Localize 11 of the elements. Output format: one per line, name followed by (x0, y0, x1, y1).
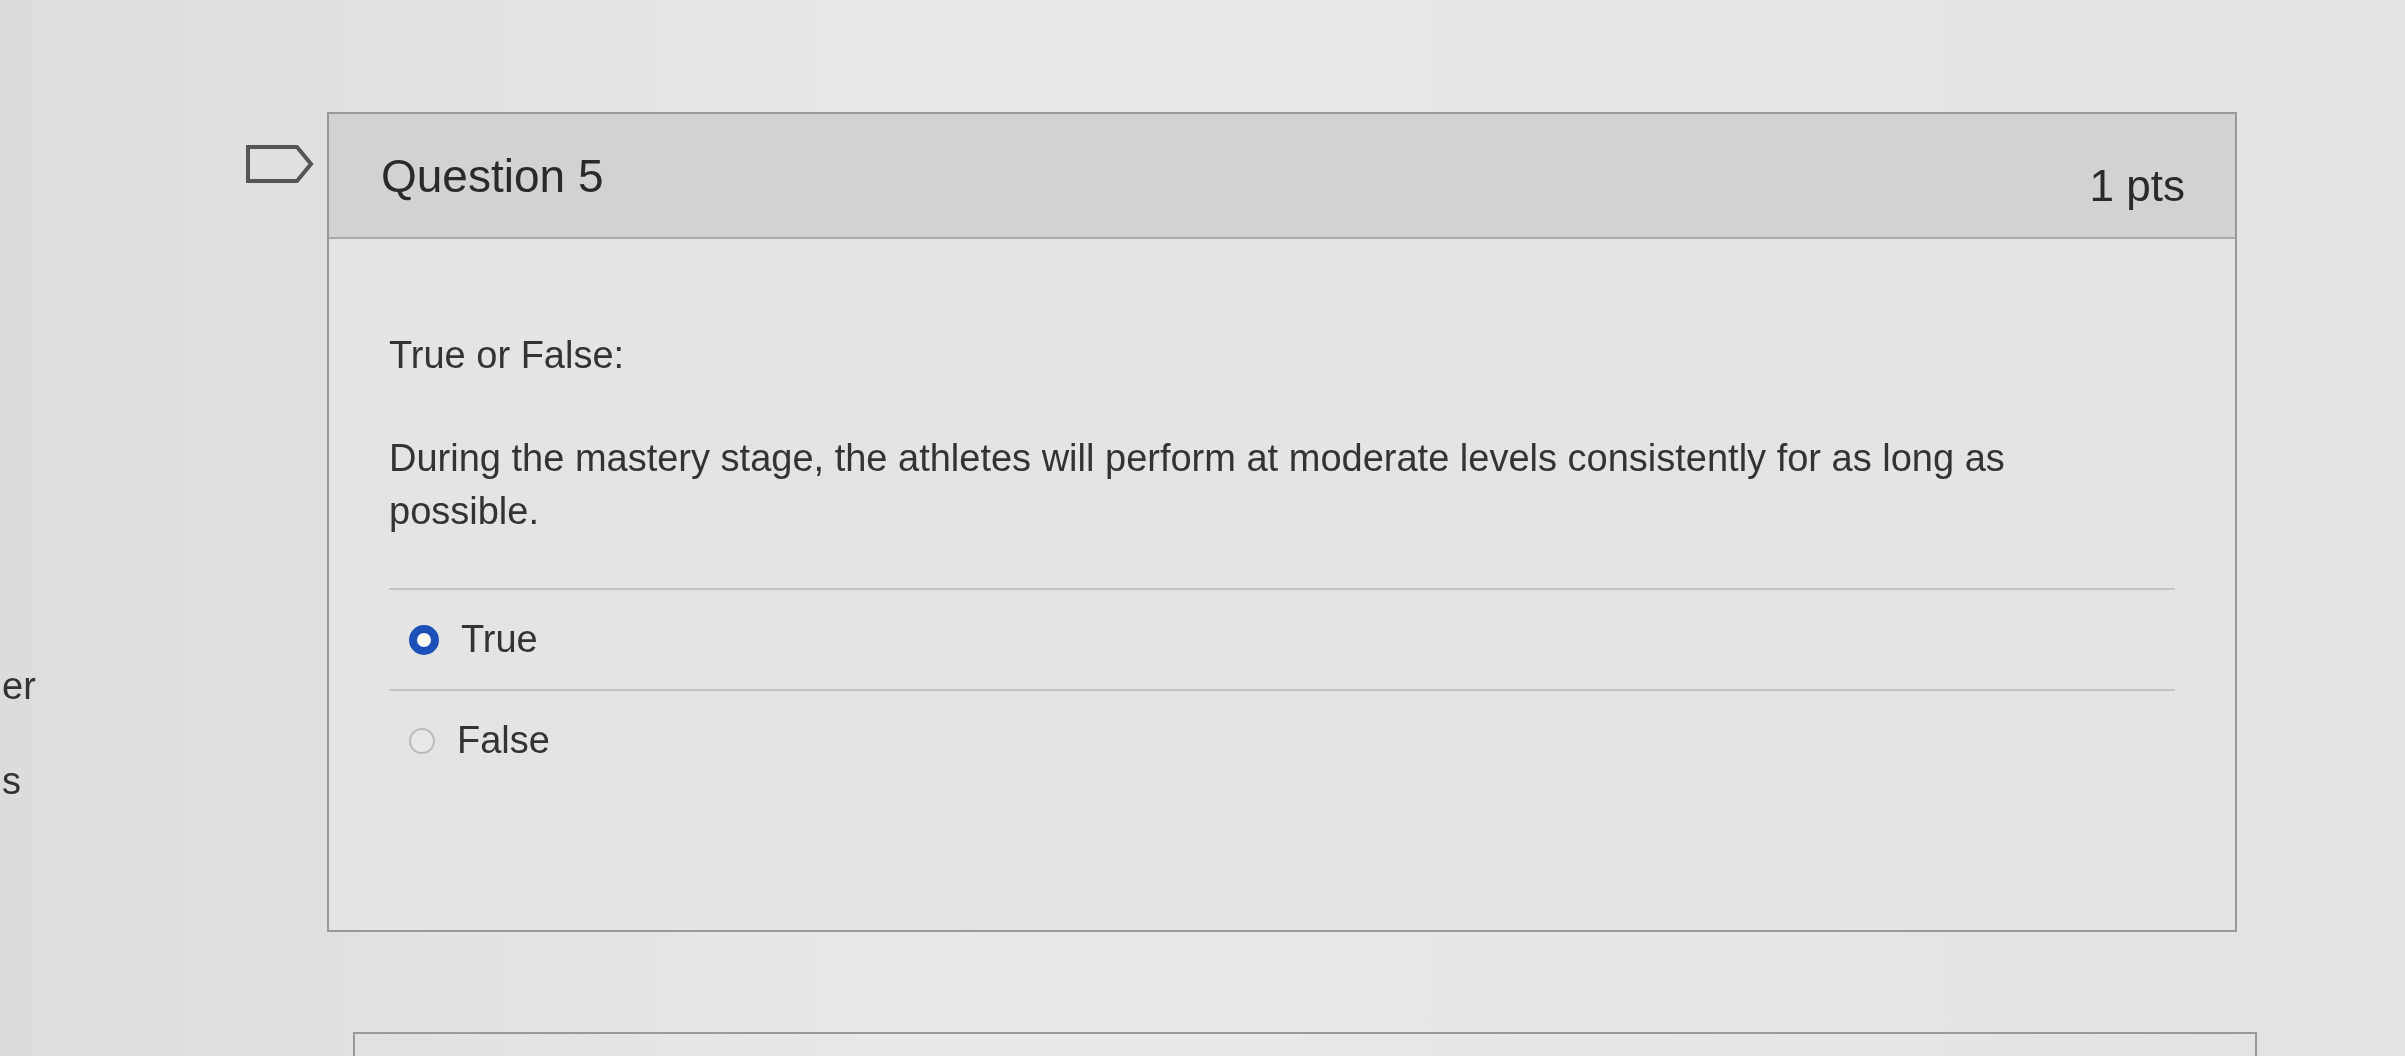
sidebar-text-fragment: er (2, 665, 37, 708)
question-text: During the mastery stage, the athletes will perform at moderate levels consistently for as long as possible. (389, 436, 2006, 535)
sidebar-text-fragment: s (2, 760, 22, 803)
question-intro: True or False: (389, 334, 626, 377)
radio-button[interactable] (409, 727, 435, 754)
answer-label[interactable]: True (461, 618, 538, 662)
question-title: Question 5 (381, 148, 604, 203)
flag-icon[interactable] (245, 144, 315, 184)
points-label: 1 pts (2089, 160, 2185, 211)
answer-label[interactable]: False (457, 719, 550, 763)
radio-button[interactable] (409, 624, 439, 655)
